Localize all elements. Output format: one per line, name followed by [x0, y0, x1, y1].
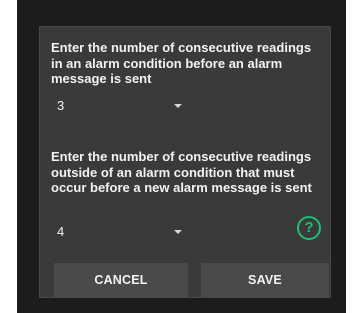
alarm-readings-value: 3 [57, 98, 65, 113]
cancel-button[interactable]: CANCEL [54, 263, 188, 297]
backdrop-header [17, 0, 346, 24]
help-icon[interactable]: ? [297, 216, 321, 240]
caret-down-icon [174, 230, 182, 234]
clear-readings-prompt: Enter the number of consecutive readings… [51, 149, 312, 195]
alarm-readings-select[interactable]: 3 [51, 94, 182, 118]
alarm-settings-dialog: Enter the number of consecutive readings… [39, 26, 331, 298]
clear-readings-value: 4 [57, 224, 65, 239]
clear-readings-select[interactable]: 4 [51, 220, 182, 244]
alarm-readings-prompt: Enter the number of consecutive readings… [51, 40, 312, 86]
app-frame: Enter the number of consecutive readings… [17, 0, 346, 313]
caret-down-icon [174, 104, 182, 108]
save-button[interactable]: SAVE [201, 263, 329, 297]
